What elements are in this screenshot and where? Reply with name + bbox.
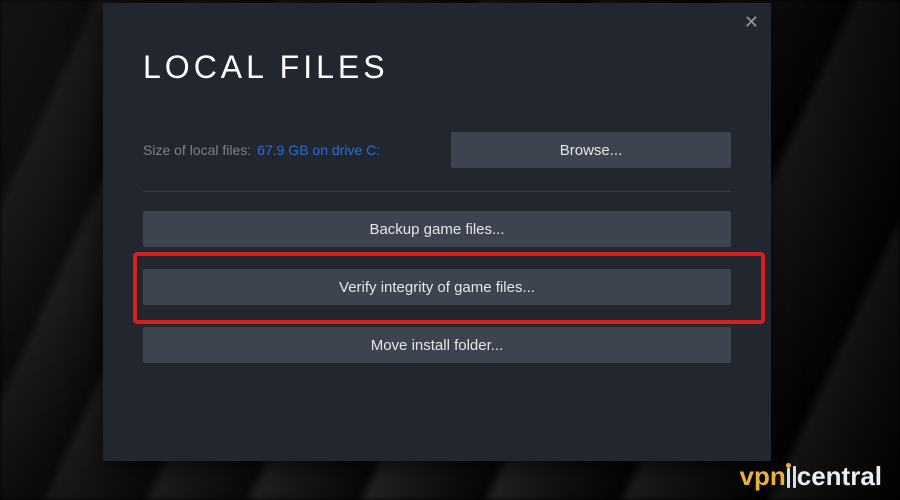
dialog-title: LOCAL FILES bbox=[143, 49, 389, 86]
verify-integrity-button[interactable]: Verify integrity of game files... bbox=[143, 269, 731, 305]
watermark-bars-icon bbox=[787, 466, 796, 488]
watermark-logo: vpn central bbox=[740, 461, 883, 492]
size-label: Size of local files: bbox=[143, 142, 251, 158]
size-value-link[interactable]: 67.9 GB on drive C: bbox=[257, 142, 380, 158]
move-install-folder-button[interactable]: Move install folder... bbox=[143, 327, 731, 363]
size-info-row: Size of local files: 67.9 GB on drive C:… bbox=[143, 132, 731, 168]
watermark-part1: vpn bbox=[740, 461, 786, 492]
divider bbox=[143, 191, 731, 192]
watermark-part2: central bbox=[797, 461, 882, 492]
browse-button[interactable]: Browse... bbox=[451, 132, 731, 168]
close-icon[interactable]: ✕ bbox=[744, 13, 759, 31]
backup-game-files-button[interactable]: Backup game files... bbox=[143, 211, 731, 247]
local-files-dialog: ✕ LOCAL FILES Size of local files: 67.9 … bbox=[103, 3, 771, 461]
